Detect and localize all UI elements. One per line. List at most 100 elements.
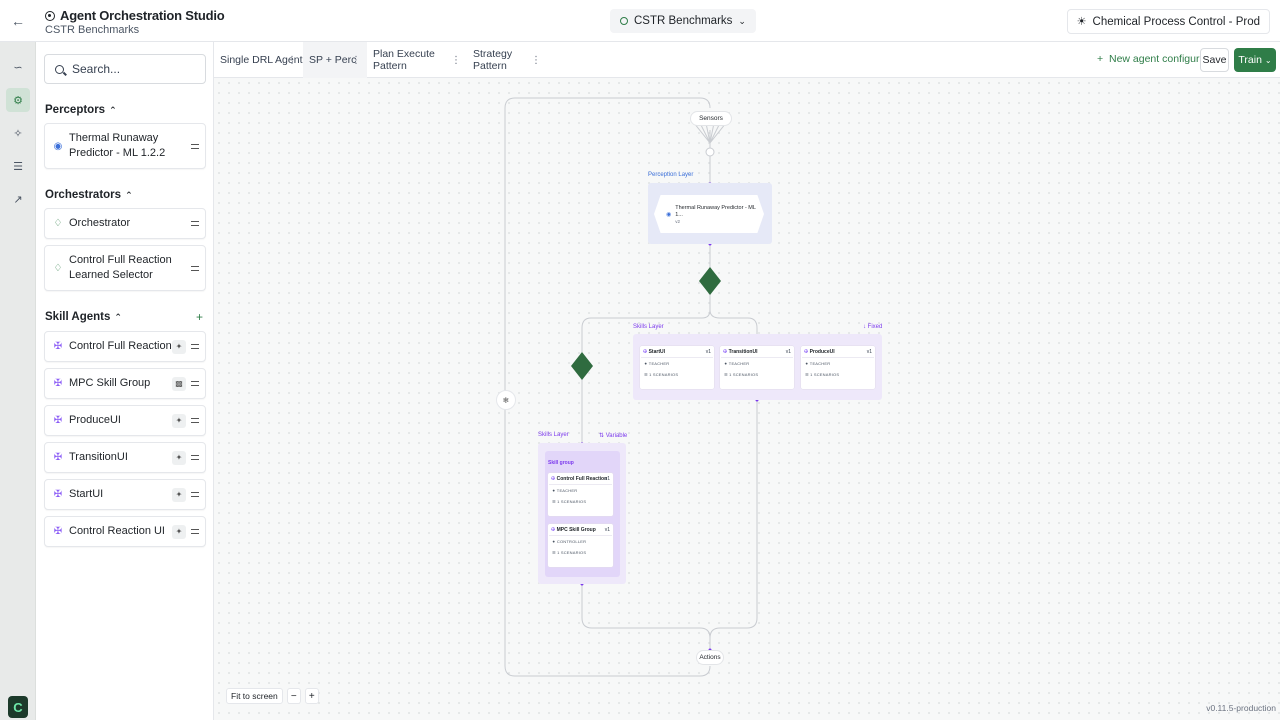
top-header: ← Agent Orchestration Studio CSTR Benchm… [0, 0, 1280, 42]
tab-sp-perc[interactable]: SP + Perc ⋮ [303, 42, 367, 78]
skill-node[interactable]: ✠ Control Full Reaction v1 ⚫ TEACHER ☰ 1… [548, 473, 613, 516]
project-selector[interactable]: CSTR Benchmarks ⌄ [610, 9, 756, 33]
plus-icon: + [1097, 53, 1104, 65]
hierarchy-icon: ♢ [53, 262, 63, 274]
more-vertical-icon[interactable]: ⋮ [531, 55, 541, 66]
orchestrator-label: Orchestrator [69, 217, 131, 229]
tab-single-drl-agent[interactable]: Single DRL Agent ⋮ [214, 42, 303, 78]
zoom-in-button[interactable]: + [304, 688, 319, 704]
more-vertical-icon[interactable]: ⋮ [451, 55, 461, 66]
skill-group-title: Skill group [548, 460, 574, 466]
chevron-up-icon: ⌃ [109, 104, 117, 115]
skills-layer-mode: ↓ Fixed [863, 324, 882, 330]
drag-handle-icon[interactable] [191, 381, 199, 386]
perception-layer-title: Perception Layer [648, 172, 694, 178]
skill-node-name: ✠ StartUI [643, 349, 665, 355]
perceptor-node-text: Thermal Runaway Predictor - ML 1... v2 [675, 205, 764, 224]
environment-selector[interactable]: ☀ Chemical Process Control - Prod [1066, 9, 1270, 34]
role-label: TEACHER [809, 361, 831, 366]
ai-badge-icon: ✦ [172, 413, 186, 428]
actions-node[interactable]: Actions [696, 650, 724, 665]
skill-node[interactable]: ✠ ProduceUI v1 ⚫ TEACHER ☰ 1 SCENARIOS [801, 346, 875, 389]
hierarchy-icon: ♢ [53, 218, 63, 229]
role-label: TEACHER [556, 488, 578, 493]
zoom-controls: Fit to screen − + [226, 688, 319, 704]
skill-node-scenarios: ☰ 1 SCENARIOS [552, 499, 587, 504]
skill-node-role: ⚫ TEACHER [644, 361, 670, 366]
perceptors-section-header[interactable]: Perceptors ⌃ [45, 104, 117, 116]
orchestrator-card[interactable]: ♢ Control Full Reaction Learned Selector [44, 245, 206, 291]
drag-handle-icon[interactable] [191, 455, 199, 460]
skill-icon: ✠ [53, 526, 63, 537]
fit-to-screen-button[interactable]: Fit to screen [226, 688, 283, 704]
orchestrator-card[interactable]: ♢ Orchestrator [44, 208, 206, 239]
drag-handle-icon[interactable] [191, 221, 199, 226]
skill-node-scenarios: ☰ 1 SCENARIOS [552, 550, 587, 555]
back-arrow-icon[interactable]: ← [0, 0, 36, 42]
snowflake-icon[interactable]: ❄ [496, 390, 516, 410]
decision-diamond[interactable] [571, 352, 593, 380]
icon-rail: ∽ ⚙ ✧ ☰ ↗ C C [0, 42, 36, 720]
search-input[interactable] [72, 62, 192, 76]
app-title-text: Agent Orchestration Studio [60, 8, 225, 23]
skill-icon: ✠ [551, 527, 556, 533]
orchestration-canvas[interactable]: Sensors Perception Layer ◉ Thermal Runaw… [214, 78, 1280, 720]
network-icon[interactable]: ✧ [6, 121, 30, 145]
skill-icon: ✠ [53, 341, 63, 352]
configuration-tabs: Single DRL Agent ⋮ SP + Perc ⋮ Plan Exec… [214, 42, 1280, 78]
skill-agents-section-header[interactable]: Skill Agents ⌃ [45, 311, 122, 323]
skill-node[interactable]: ✠ MPC Skill Group v1 ⚫ CONTROLLER ☰ 1 SC… [548, 524, 613, 567]
scenarios-label: 1 SCENARIOS [729, 372, 759, 377]
scenarios-label: 1 SCENARIOS [557, 499, 587, 504]
drag-handle-icon[interactable] [191, 492, 199, 497]
tab-plan-execute-pattern[interactable]: Plan Execute Pattern ⋮ [367, 42, 467, 78]
skill-node-name: ✠ Control Full Reaction [551, 476, 607, 482]
trend-up-icon[interactable]: ↗ [6, 187, 30, 211]
perceptor-node-version: v2 [675, 218, 681, 224]
skill-agent-card[interactable]: ✠ Control Reaction UI ✦ [44, 516, 206, 547]
drag-handle-icon[interactable] [191, 344, 199, 349]
drag-handle-icon[interactable] [191, 529, 199, 534]
chevron-up-icon: ⌃ [125, 189, 133, 200]
chart-line-icon[interactable]: ∽ [6, 55, 30, 79]
orchestrators-section-header[interactable]: Orchestrators ⌃ [45, 189, 133, 201]
app-version: v0.11.5-production [1206, 703, 1276, 713]
drag-handle-icon[interactable] [191, 143, 199, 149]
skills-layer-mode-label: Fixed [867, 324, 883, 330]
drag-handle-icon[interactable] [191, 265, 199, 271]
perceptor-node[interactable]: ◉ Thermal Runaway Predictor - ML 1... v2 [654, 195, 764, 233]
drag-handle-icon[interactable] [191, 418, 199, 423]
skill-agent-card[interactable]: ✠ MPC Skill Group ▩ [44, 368, 206, 399]
skill-agent-card[interactable]: ✠ ProduceUI ✦ [44, 405, 206, 436]
skill-icon: ✠ [53, 378, 63, 389]
zoom-out-button[interactable]: − [286, 688, 301, 704]
skill-agent-card[interactable]: ✠ TransitionUI ✦ [44, 442, 206, 473]
list-icon[interactable]: ☰ [6, 154, 30, 178]
train-button[interactable]: Train ⌄ [1234, 48, 1276, 72]
skill-node-role: ⚫ TEACHER [805, 361, 831, 366]
perceptor-card[interactable]: ◉ Thermal Runaway Predictor - ML 1.2.2 [44, 123, 206, 169]
skill-node-role: ⚫ TEACHER [552, 488, 578, 493]
skill-agent-card[interactable]: ✠ StartUI ✦ [44, 479, 206, 510]
perceptor-icon: ◉ [53, 140, 63, 152]
skill-agent-card[interactable]: ✠ Control Full Reaction ✦ [44, 331, 206, 362]
skill-node[interactable]: ✠ TransitionUI v1 ⚫ TEACHER ☰ 1 SCENARIO… [720, 346, 794, 389]
tab-strategy-pattern[interactable]: Strategy Pattern ⋮ [467, 42, 547, 78]
decision-diamond[interactable] [699, 267, 721, 295]
sensors-node[interactable]: Sensors [690, 111, 732, 126]
search-box[interactable] [44, 54, 206, 84]
orchestrators-title: Orchestrators [45, 189, 122, 201]
skill-node-version: v1 [866, 349, 872, 355]
skill-node-name-text: MPC Skill Group [556, 527, 596, 533]
project-selector-label: CSTR Benchmarks [634, 15, 733, 27]
skill-node[interactable]: ✠ StartUI v1 ⚫ TEACHER ☰ 1 SCENARIOS [640, 346, 714, 389]
orchestrator-label: Control Full Reaction Learned Selector [69, 254, 172, 281]
save-button[interactable]: Save [1200, 48, 1229, 72]
gear-icon[interactable]: ⚙ [6, 88, 30, 112]
add-skill-agent-icon[interactable]: + [196, 310, 203, 324]
more-vertical-icon[interactable]: ⋮ [287, 55, 297, 66]
skill-node-name: ✠ MPC Skill Group [551, 527, 596, 533]
scenarios-label: 1 SCENARIOS [810, 372, 840, 377]
more-vertical-icon[interactable]: ⋮ [351, 55, 361, 66]
skill-node-scenarios: ☰ 1 SCENARIOS [724, 372, 759, 377]
